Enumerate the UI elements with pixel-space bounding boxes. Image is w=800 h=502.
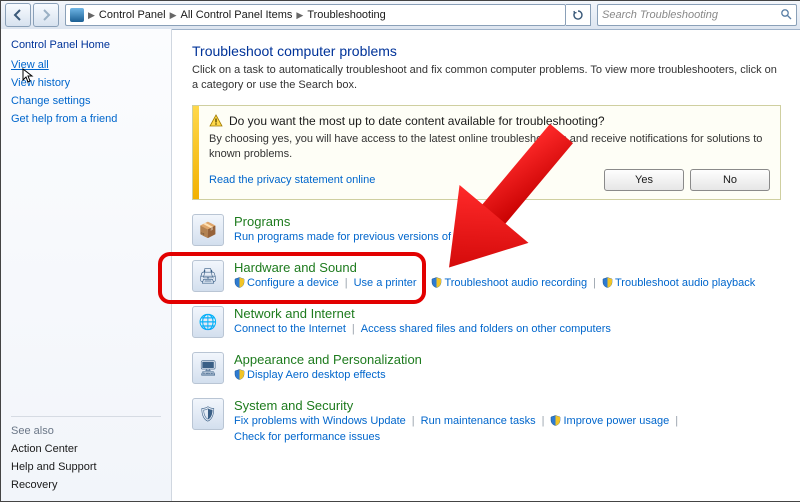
sidebar-link-view-history[interactable]: View history	[11, 77, 161, 89]
address-bar: ▶ Control Panel ▶ All Control Panel Item…	[1, 1, 800, 30]
task-link-improve-power-usage[interactable]: Improve power usage	[550, 415, 669, 427]
task-link-configure-a-device[interactable]: Configure a device	[234, 277, 339, 289]
sidebar: Control Panel Home View all View history…	[1, 29, 172, 501]
category-links: Connect to the Internet | Access shared fi…	[234, 323, 781, 335]
infobox-text: By choosing yes, you will have access to…	[209, 132, 770, 162]
search-placeholder: Search Troubleshooting	[602, 9, 718, 21]
category-body: Appearance and Personalization Display Ae…	[234, 352, 781, 381]
see-also-recovery[interactable]: Recovery	[11, 479, 161, 491]
category-title-hardware-and-sound[interactable]: Hardware and Sound	[234, 260, 781, 275]
main-content: Troubleshoot computer problems Click on …	[172, 29, 800, 501]
task-link-run-maintenance-tasks[interactable]: Run maintenance tasks	[421, 415, 536, 427]
task-link-use-a-printer[interactable]: Use a printer	[354, 277, 417, 289]
sidebar-link-get-help[interactable]: Get help from a friend	[11, 113, 161, 125]
category-appearance-and-personalization: 🖥 Appearance and Personalization Display A…	[192, 352, 781, 384]
separator: |	[352, 323, 355, 335]
category-title-programs[interactable]: Programs	[234, 214, 781, 229]
back-button[interactable]	[5, 3, 31, 27]
category-body: Programs Run programs made for previous v…	[234, 214, 781, 243]
category-title-appearance-and-personalization[interactable]: Appearance and Personalization	[234, 352, 781, 367]
yes-button[interactable]: Yes	[604, 169, 684, 191]
category-body: Network and Internet Connect to the Inter…	[234, 306, 781, 335]
category-icon: 📦	[192, 214, 224, 246]
sidebar-link-view-all[interactable]: View all	[11, 59, 161, 71]
category-title-network-and-internet[interactable]: Network and Internet	[234, 306, 781, 321]
task-link-connect-to-the-internet[interactable]: Connect to the Internet	[234, 323, 346, 335]
task-link-run-programs-made-for-previous-versions-of-windows[interactable]: Run programs made for previous versions …	[234, 231, 499, 243]
update-content-infobox: Do you want the most up to date content …	[192, 105, 781, 201]
separator: |	[542, 415, 545, 427]
shield-icon	[234, 369, 245, 380]
separator: |	[593, 277, 596, 289]
separator: |	[675, 415, 678, 427]
category-body: Hardware and Sound Configure a device | Use…	[234, 260, 781, 289]
category-icon: 🖨	[192, 260, 224, 292]
refresh-button[interactable]	[566, 4, 591, 26]
category-links: Configure a device | Use a printer | Trouble…	[234, 277, 781, 289]
chevron-right-icon: ▶	[170, 10, 177, 21]
separator: |	[423, 277, 426, 289]
infobox-title: Do you want the most up to date content …	[229, 114, 605, 128]
no-button[interactable]: No	[690, 169, 770, 191]
category-system-and-security: 🛡 System and Security Fix problems with Wi…	[192, 398, 781, 443]
separator: |	[345, 277, 348, 289]
shield-icon	[602, 277, 613, 288]
see-also-action-center[interactable]: Action Center	[11, 443, 161, 455]
task-link-check-for-performance-issues[interactable]: Check for performance issues	[234, 431, 380, 443]
category-title-system-and-security[interactable]: System and Security	[234, 398, 781, 413]
separator: |	[412, 415, 415, 427]
chevron-right-icon: ▶	[88, 10, 95, 21]
forward-button[interactable]	[33, 3, 59, 27]
category-links: Display Aero desktop effects	[234, 369, 781, 381]
category-links: Run programs made for previous versions …	[234, 231, 781, 243]
see-also-heading: See also	[11, 425, 161, 437]
category-programs: 📦 Programs Run programs made for previous …	[192, 214, 781, 246]
shield-icon	[550, 415, 561, 426]
warning-icon	[209, 114, 223, 128]
search-input[interactable]: Search Troubleshooting	[597, 4, 797, 26]
control-panel-home-link[interactable]: Control Panel Home	[11, 39, 161, 51]
category-icon: 🌐	[192, 306, 224, 338]
sidebar-link-label: View all	[11, 59, 49, 71]
task-link-troubleshoot-audio-playback[interactable]: Troubleshoot audio playback	[602, 277, 755, 289]
task-link-troubleshoot-audio-recording[interactable]: Troubleshoot audio recording	[431, 277, 587, 289]
category-links: Fix problems with Windows Update | Run mai…	[234, 415, 781, 443]
breadcrumb-item[interactable]: All Control Panel Items	[181, 9, 293, 21]
category-body: System and Security Fix problems with Win…	[234, 398, 781, 443]
category-icon: 🖥	[192, 352, 224, 384]
shield-icon	[234, 277, 245, 288]
see-also-help-support[interactable]: Help and Support	[11, 461, 161, 473]
privacy-statement-link[interactable]: Read the privacy statement online	[209, 174, 375, 186]
search-icon	[780, 8, 792, 23]
category-network-and-internet: 🌐 Network and Internet Connect to the Inte…	[192, 306, 781, 338]
page-title: Troubleshoot computer problems	[192, 43, 781, 59]
control-panel-icon	[70, 8, 84, 22]
page-description: Click on a task to automatically trouble…	[192, 63, 781, 93]
breadcrumb-item[interactable]: Troubleshooting	[307, 9, 385, 21]
category-icon: 🛡	[192, 398, 224, 430]
breadcrumb[interactable]: ▶ Control Panel ▶ All Control Panel Item…	[65, 4, 566, 26]
breadcrumb-item[interactable]: Control Panel	[99, 9, 166, 21]
chevron-right-icon: ▶	[296, 10, 303, 21]
task-link-display-aero-desktop-effects[interactable]: Display Aero desktop effects	[234, 369, 386, 381]
task-link-fix-problems-with-windows-update[interactable]: Fix problems with Windows Update	[234, 415, 406, 427]
task-link-access-shared-files-and-folders-on-other-computers[interactable]: Access shared files and folders on other…	[361, 323, 611, 335]
category-hardware-and-sound: 🖨 Hardware and Sound Configure a device | Us…	[192, 260, 781, 292]
shield-icon	[431, 277, 442, 288]
sidebar-link-change-settings[interactable]: Change settings	[11, 95, 161, 107]
